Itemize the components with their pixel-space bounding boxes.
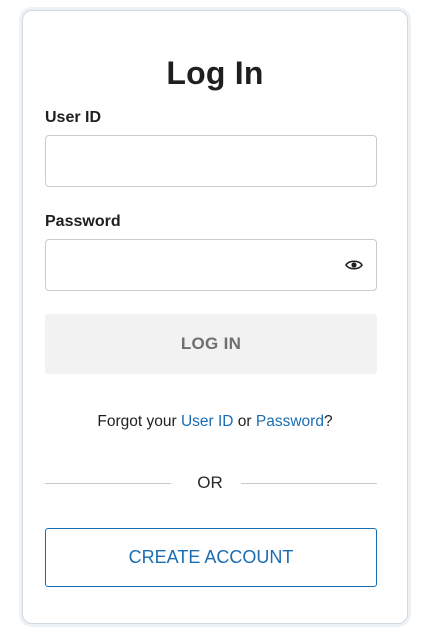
password-label: Password — [45, 213, 121, 230]
or-text: OR — [197, 473, 223, 492]
forgot-suffix: ? — [323, 413, 333, 430]
eye-icon[interactable] — [345, 258, 363, 272]
login-card: Log In User ID Password LOG IN Forgot yo… — [22, 10, 408, 624]
forgot-or: or — [233, 413, 256, 430]
divider-left — [45, 483, 171, 484]
password-input[interactable] — [45, 239, 377, 291]
forgot-credentials: Forgot your User ID or Password? — [23, 413, 407, 431]
user-id-label: User ID — [45, 109, 102, 126]
forgot-password-link[interactable]: Password — [256, 413, 324, 430]
divider-right — [241, 483, 377, 484]
login-button[interactable]: LOG IN — [45, 314, 377, 374]
page-title: Log In — [166, 55, 264, 91]
forgot-prefix: Forgot your — [97, 413, 181, 430]
forgot-user-id-link[interactable]: User ID — [181, 413, 234, 430]
create-account-button[interactable]: CREATE ACCOUNT — [45, 528, 377, 587]
user-id-input[interactable] — [45, 135, 377, 187]
or-separator: OR — [45, 473, 377, 493]
